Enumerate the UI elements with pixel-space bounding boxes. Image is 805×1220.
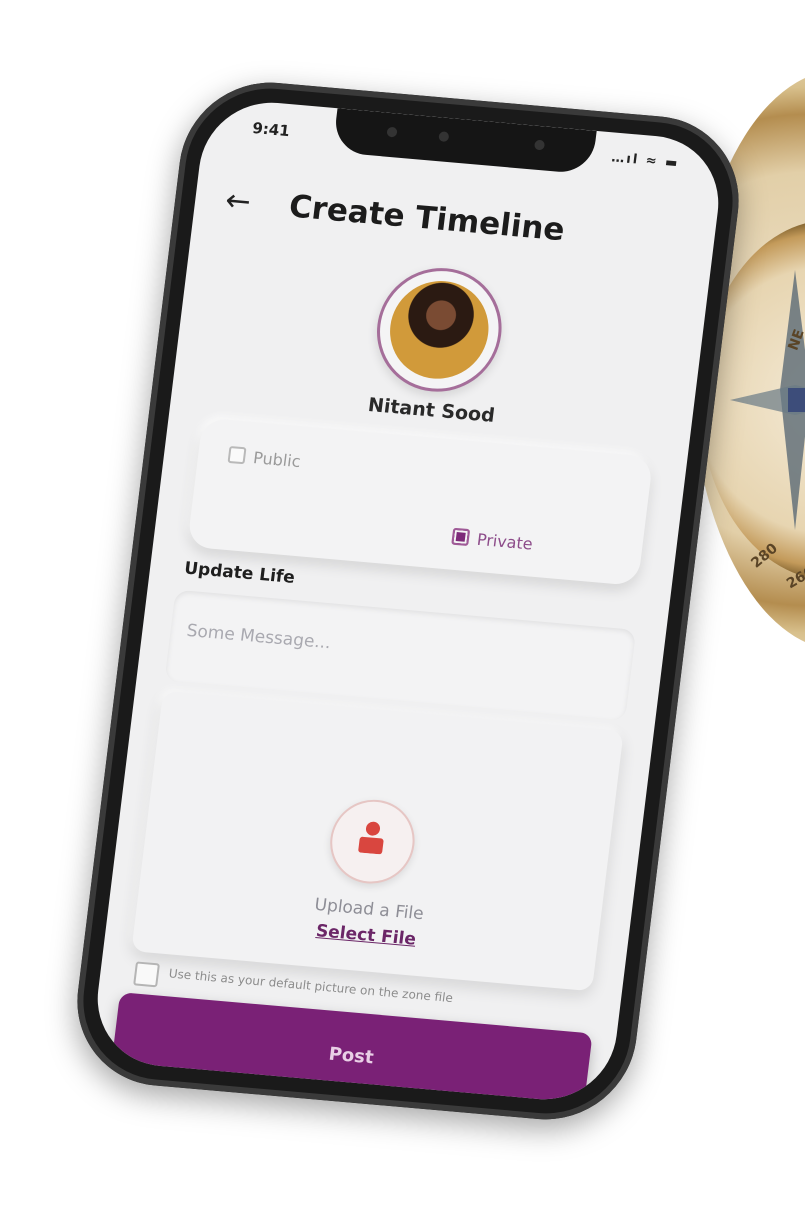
visibility-card: Public Private [186, 417, 654, 586]
private-label: Private [475, 529, 534, 554]
public-label: Public [252, 448, 302, 472]
post-button[interactable]: Post [109, 992, 593, 1106]
user-upload-icon [358, 821, 384, 855]
phone-frame: 9:41 …ıl ≈ ▬ ← Create Timeline Nitant So… [67, 75, 749, 1127]
back-arrow-icon[interactable]: ← [223, 183, 252, 220]
status-time: 9:41 [251, 118, 291, 141]
status-icons: …ıl ≈ ▬ [610, 150, 681, 172]
header: ← Create Timeline [222, 179, 687, 269]
private-option[interactable]: Private [451, 527, 534, 554]
message-placeholder: Some Message... [185, 620, 332, 654]
upload-icon-ring[interactable] [325, 796, 420, 888]
avatar-ring[interactable] [369, 262, 509, 397]
update-life-label: Update Life [183, 558, 296, 588]
compass-rose-icon [730, 270, 805, 530]
avatar [384, 276, 495, 383]
public-option[interactable]: Public [227, 445, 302, 472]
upload-card[interactable]: Upload a File Select File [131, 690, 624, 992]
stage: NE 280 260 9:41 …ıl ≈ ▬ ← Create Timelin… [0, 0, 805, 1220]
page-title: Create Timeline [287, 188, 567, 249]
public-radio-icon[interactable] [227, 445, 247, 465]
default-picture-checkbox[interactable] [133, 961, 160, 988]
phone-screen: 9:41 …ıl ≈ ▬ ← Create Timeline Nitant So… [89, 96, 727, 1106]
private-radio-icon[interactable] [451, 527, 471, 547]
